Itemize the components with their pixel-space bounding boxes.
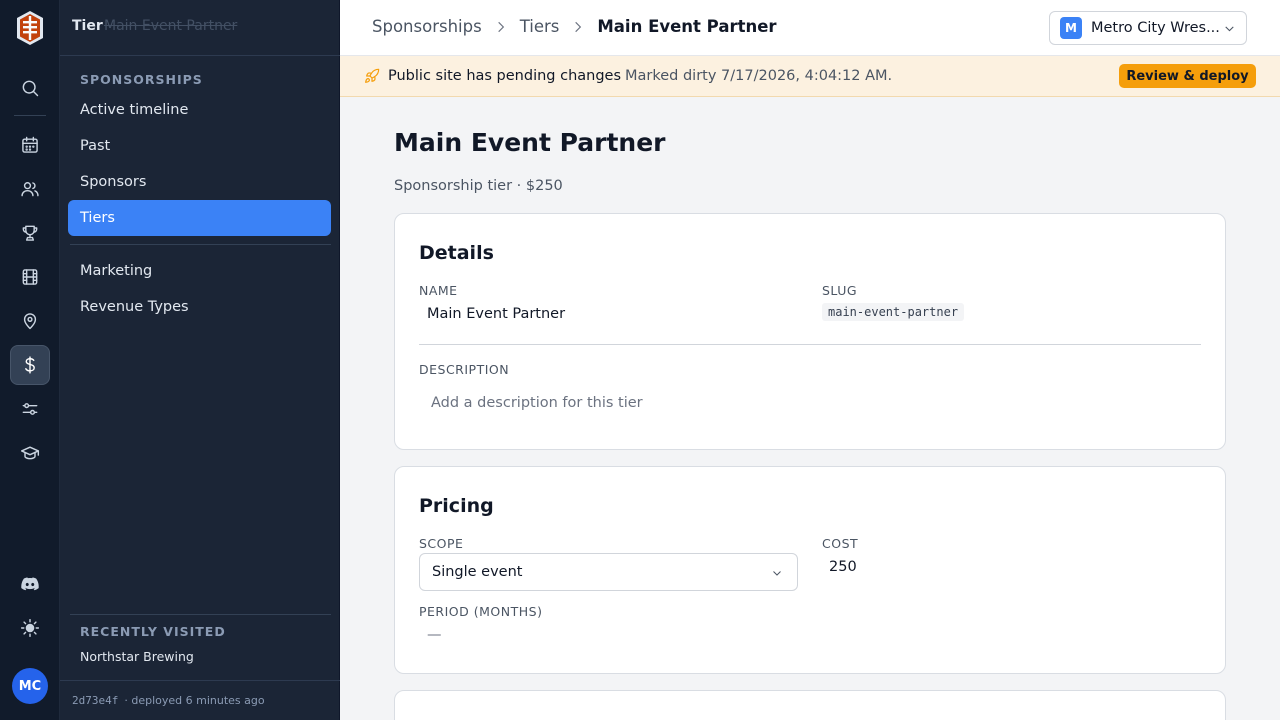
cost-label: COST	[822, 536, 859, 551]
deploy-status: 2d73e4f · deployed 6 minutes ago	[60, 680, 340, 720]
topbar: Sponsorships Tiers Main Event Partner M …	[340, 0, 1280, 56]
banner-message: Public site has pending changes	[388, 68, 622, 84]
slug-label: SLUG	[822, 283, 858, 298]
chevron-right-icon	[571, 20, 585, 34]
app-logo-icon[interactable]	[16, 10, 44, 46]
film-icon[interactable]	[10, 257, 50, 297]
name-label: NAME	[419, 283, 458, 298]
icon-rail: MC	[0, 0, 60, 720]
pricing-card: Pricing SCOPE Single event COST 250 PERI…	[394, 466, 1226, 674]
sidebar-item-sponsors[interactable]: Sponsors	[68, 164, 331, 200]
calendar-icon[interactable]	[10, 125, 50, 165]
recent-item-northstar-brewing[interactable]: Northstar Brewing	[80, 649, 194, 664]
sliders-icon[interactable]	[10, 389, 50, 429]
sidebar-item-active-timeline[interactable]: Active timeline	[68, 92, 331, 128]
commit-hash: 2d73e4f	[72, 694, 119, 707]
sidebar-item-past[interactable]: Past	[68, 128, 331, 164]
deploy-time: · deployed 6 minutes ago	[124, 694, 265, 707]
details-divider	[419, 344, 1201, 345]
description-field[interactable]: Add a description for this tier	[431, 395, 643, 411]
sidebar-item-tiers[interactable]: Tiers	[68, 200, 331, 236]
name-field[interactable]: Main Event Partner	[427, 306, 565, 322]
chevron-down-icon	[1225, 26, 1234, 32]
sidebar: Main Event Partner Tier SPONSORSHIPS Act…	[60, 0, 340, 720]
sidebar-item-marketing[interactable]: Marketing	[68, 253, 331, 289]
users-icon[interactable]	[10, 169, 50, 209]
period-label: PERIOD (MONTHS)	[419, 604, 543, 619]
recently-visited-title: RECENTLY VISITED	[80, 624, 226, 639]
avatar[interactable]: MC	[12, 668, 48, 704]
sidebar-header: Main Event Partner Tier	[60, 0, 340, 56]
sun-icon[interactable]	[10, 608, 50, 648]
review-deploy-button[interactable]: Review & deploy	[1119, 64, 1256, 88]
sidebar-title: Tier	[72, 18, 103, 34]
chevron-down-icon	[773, 571, 781, 576]
breadcrumb: Sponsorships Tiers Main Event Partner	[372, 17, 777, 36]
sidebar-divider	[70, 244, 331, 245]
breadcrumb-tiers[interactable]: Tiers	[520, 17, 560, 36]
scope-select-value: Single event	[432, 564, 523, 580]
search-icon[interactable]	[10, 68, 50, 108]
dollar-icon[interactable]	[10, 345, 50, 385]
org-badge: M	[1060, 17, 1082, 39]
details-card: Details NAME Main Event Partner SLUG mai…	[394, 213, 1226, 450]
scope-select[interactable]: Single event	[419, 553, 798, 591]
breadcrumb-sponsorships[interactable]: Sponsorships	[372, 17, 482, 36]
slug-field[interactable]: main-event-partner	[822, 303, 965, 321]
chevron-right-icon	[494, 20, 508, 34]
page-title: Main Event Partner	[394, 128, 666, 157]
period-field[interactable]: —	[427, 627, 442, 643]
cost-field[interactable]: 250	[829, 559, 857, 575]
sidebar-title-ghost: Main Event Partner	[104, 18, 238, 34]
sidebar-divider	[70, 614, 331, 615]
description-label: DESCRIPTION	[419, 362, 510, 377]
map-pin-icon[interactable]	[10, 301, 50, 341]
rail-divider	[14, 115, 46, 116]
pricing-heading: Pricing	[419, 495, 494, 517]
graduation-cap-icon[interactable]	[10, 433, 50, 473]
next-card	[394, 690, 1226, 720]
discord-icon[interactable]	[10, 564, 50, 604]
banner-meta: Marked dirty 7/17/2026, 4:04:12 AM.	[625, 68, 893, 84]
details-heading: Details	[419, 242, 494, 264]
breadcrumb-current: Main Event Partner	[597, 17, 777, 36]
sidebar-section-title: SPONSORSHIPS	[80, 72, 203, 87]
sidebar-item-revenue-types[interactable]: Revenue Types	[68, 289, 331, 325]
page-subtitle: Sponsorship tier · $250	[394, 178, 563, 194]
pending-changes-banner: Public site has pending changes Marked d…	[340, 56, 1280, 97]
org-switcher[interactable]: M Metro City Wres...	[1049, 11, 1247, 45]
org-name: Metro City Wres...	[1091, 20, 1220, 36]
trophy-icon[interactable]	[10, 213, 50, 253]
rocket-icon	[365, 68, 380, 83]
scope-label: SCOPE	[419, 536, 464, 551]
